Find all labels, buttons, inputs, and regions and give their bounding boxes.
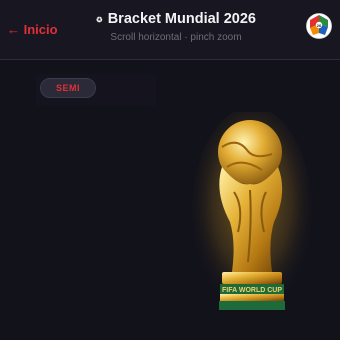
page-subtitle: Scroll horizontal · pinch zoom (110, 32, 242, 43)
page-title: Bracket Mundial 2026 (107, 11, 256, 27)
title-block: Bracket Mundial 2026 Scroll horizontal ·… (96, 11, 256, 43)
svg-text:26: 26 (317, 23, 322, 28)
world-cup-trophy-icon: FIFA WORLD CUP (192, 112, 312, 317)
top-header: ← Inicio Bracket Mundial 2026 Scroll hor… (0, 0, 340, 60)
soccer-ball-icon (96, 15, 103, 23)
trophy-base-text: FIFA WORLD CUP (222, 287, 282, 294)
tournament-logo-icon[interactable]: 26 (306, 13, 332, 39)
round-badge-semi[interactable]: SEMI (40, 78, 96, 98)
back-to-home-link[interactable]: ← Inicio (7, 22, 58, 37)
